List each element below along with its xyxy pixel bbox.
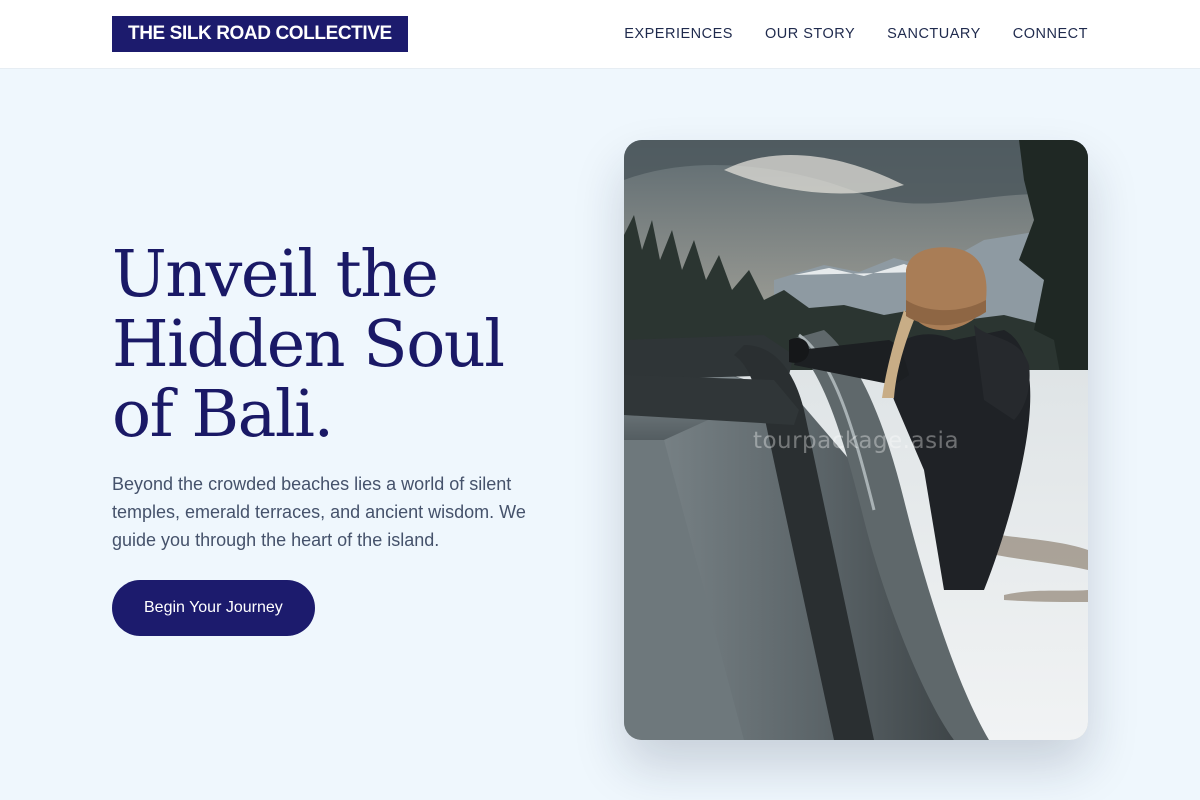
nav-link-experiences[interactable]: EXPERIENCES: [624, 24, 733, 44]
hero-image: tourpackage.asia: [624, 140, 1088, 740]
hero-description: Beyond the crowded beaches lies a world …: [112, 474, 526, 550]
nav-link-sanctuary[interactable]: SANCTUARY: [887, 24, 981, 44]
hero-copy: Unveil the Hidden Soul of Bali. Beyond t…: [112, 240, 582, 636]
nav-link-our-story[interactable]: OUR STORY: [765, 24, 855, 44]
nav-link-connect[interactable]: CONNECT: [1013, 24, 1088, 44]
begin-journey-button[interactable]: Begin Your Journey: [112, 580, 315, 636]
site-header: THE SILK ROAD COLLECTIVE EXPERIENCES OUR…: [0, 0, 1200, 69]
hero-headline: Unveil the Hidden Soul of Bali.: [112, 240, 582, 450]
main-nav: EXPERIENCES OUR STORY SANCTUARY CONNECT: [624, 24, 1088, 44]
headline-line: Hidden Soul: [112, 307, 505, 382]
headline-line: of Bali.: [112, 377, 334, 452]
brand-logo[interactable]: THE SILK ROAD COLLECTIVE: [112, 16, 408, 52]
image-watermark: tourpackage.asia: [752, 428, 960, 454]
headline-line: Unveil the: [112, 237, 439, 312]
